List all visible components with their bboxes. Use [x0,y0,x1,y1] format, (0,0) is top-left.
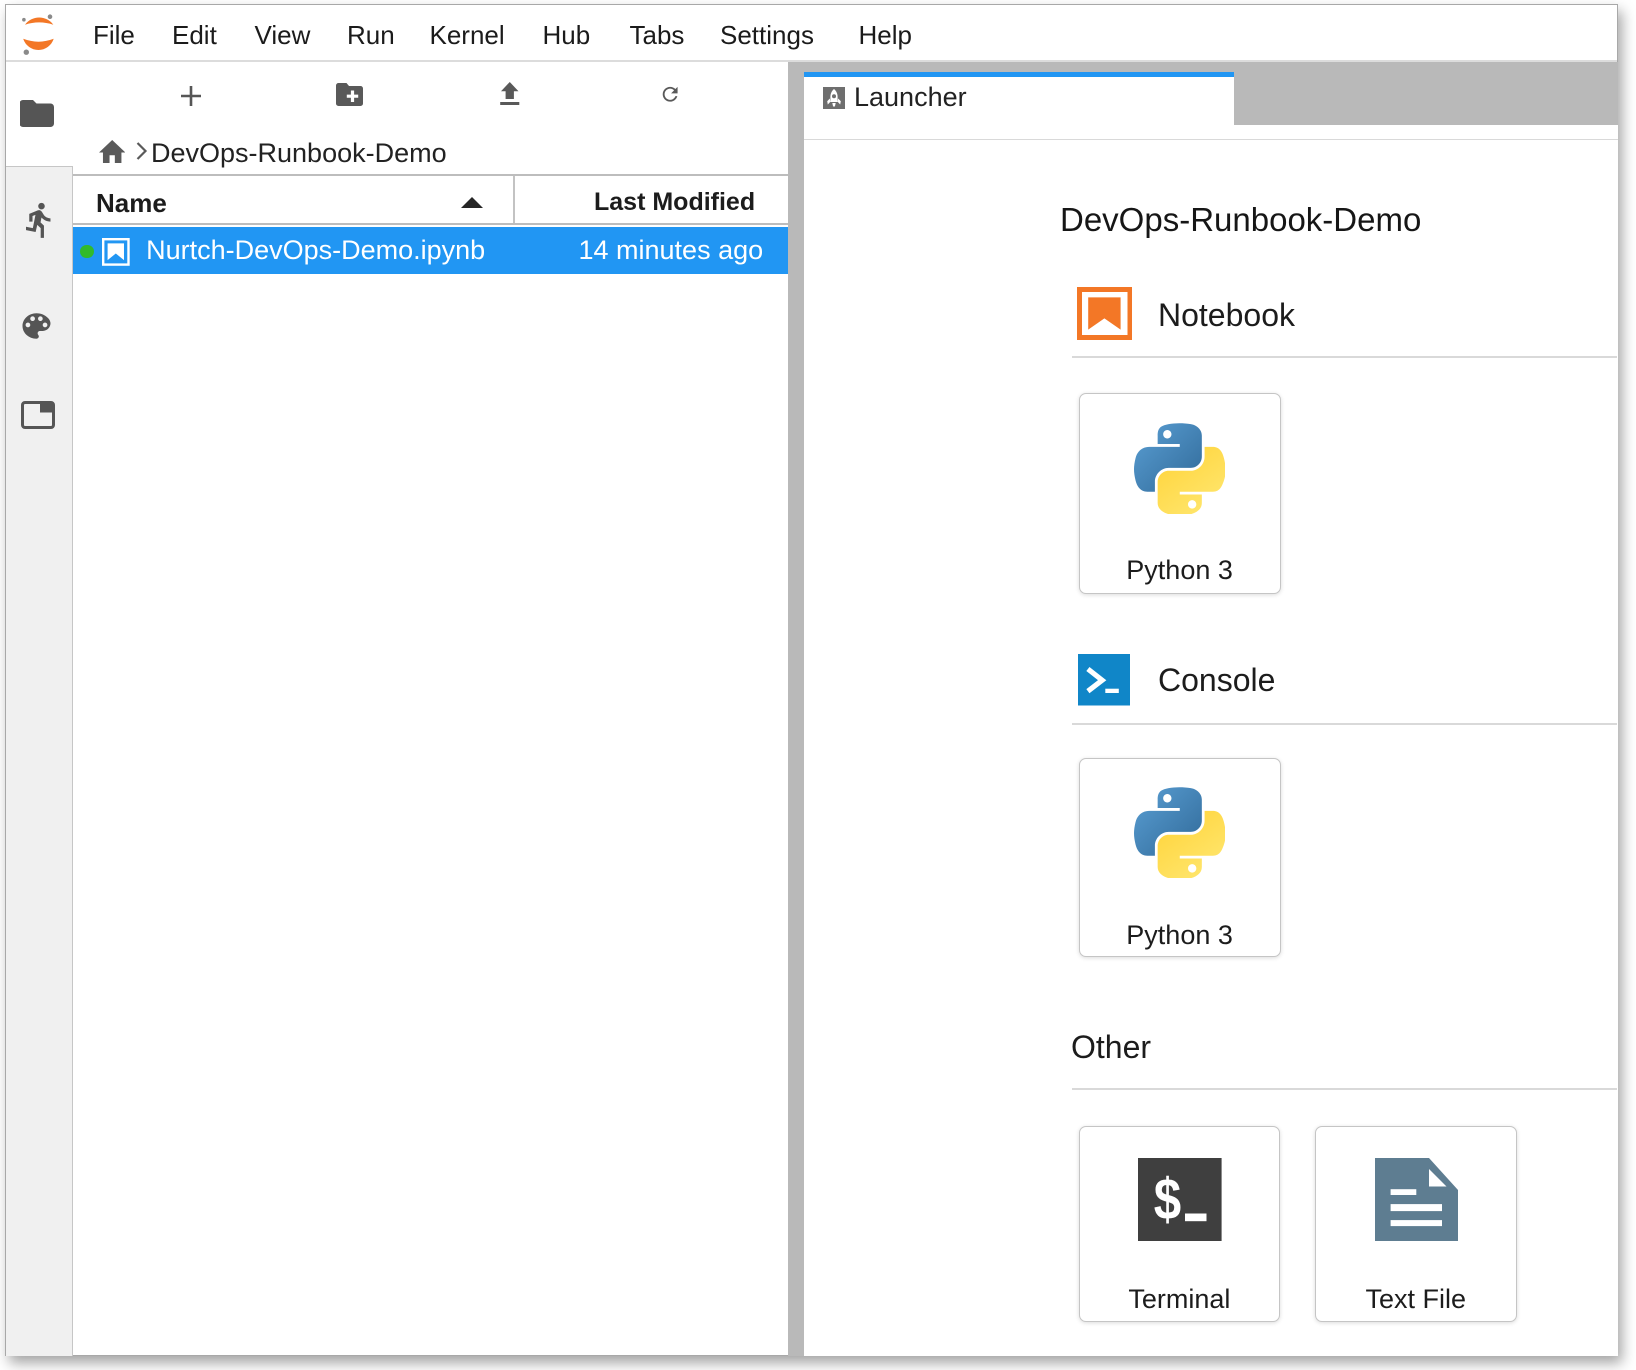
svg-text:$: $ [1154,1167,1181,1232]
